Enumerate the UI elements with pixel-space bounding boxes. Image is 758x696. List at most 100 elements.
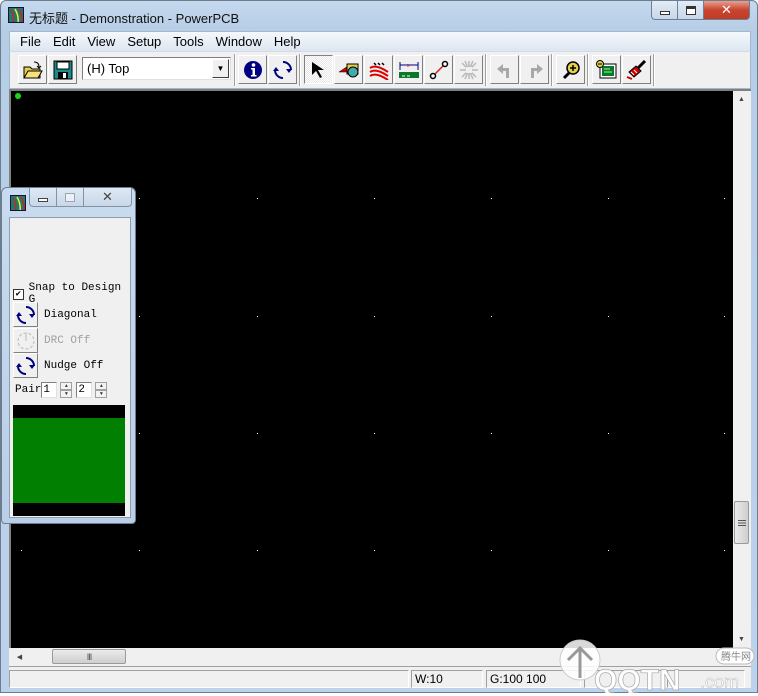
- zoom-button[interactable]: [556, 55, 585, 84]
- minimize-icon: [659, 10, 670, 15]
- redo-button[interactable]: [520, 55, 549, 84]
- grid-dot: [139, 316, 140, 317]
- maximize-icon: [65, 192, 75, 202]
- toolbar-separator: [485, 54, 487, 86]
- menu-window[interactable]: Window: [210, 34, 268, 49]
- menu-file[interactable]: File: [14, 34, 47, 49]
- bga-toolbar-button[interactable]: [454, 55, 483, 84]
- status-x-coordinate: [584, 670, 664, 688]
- grid-dot: [491, 198, 492, 199]
- grid-dot: [608, 198, 609, 199]
- dimensioning-toolbar-button[interactable]: x: [394, 55, 423, 84]
- open-file-button[interactable]: [18, 55, 47, 84]
- grid-dot: [257, 198, 258, 199]
- maximize-icon: [685, 5, 696, 15]
- grid-dot: [491, 433, 492, 434]
- vertical-scrollbar[interactable]: ▲ ▼: [733, 89, 751, 648]
- board-view-button[interactable]: [592, 55, 621, 84]
- close-button[interactable]: ✕: [704, 1, 750, 20]
- grid-dot: [21, 550, 22, 551]
- origin-marker: [15, 93, 21, 99]
- maximize-button[interactable]: [678, 1, 704, 20]
- paint-button[interactable]: [622, 55, 651, 84]
- status-width: W:10: [411, 670, 483, 688]
- diagonal-option[interactable]: Diagonal: [13, 302, 97, 327]
- minimize-icon: [38, 197, 48, 202]
- drc-toggle-button[interactable]: [13, 328, 38, 353]
- pair-first-spinner[interactable]: ▲ ▼: [60, 382, 73, 398]
- snap-checkbox[interactable]: ✔: [13, 288, 24, 300]
- window-title: 无标题 - Demonstration - PowerPCB: [29, 11, 240, 26]
- pair-first-field[interactable]: 1: [41, 382, 58, 398]
- dialog-minimize-button[interactable]: [29, 188, 57, 207]
- pair-second-field[interactable]: 2: [76, 382, 93, 398]
- toolbar-separator: [587, 54, 589, 86]
- svg-text:x: x: [407, 63, 410, 69]
- scroll-up-button[interactable]: ▲: [733, 91, 750, 108]
- design-toolbar-button[interactable]: [364, 55, 393, 84]
- eco-toolbar-button[interactable]: [424, 55, 453, 84]
- nudge-label: Nudge Off: [44, 359, 104, 372]
- menu-tools[interactable]: Tools: [167, 34, 209, 49]
- drafting-icon: [337, 63, 358, 77]
- horizontal-scroll-thumb[interactable]: III: [52, 649, 126, 664]
- redraw-button[interactable]: [268, 55, 297, 84]
- grid-dot: [608, 433, 609, 434]
- title-bar[interactable]: 无标题 - Demonstration - PowerPCB ✕: [1, 1, 757, 31]
- toolbar-separator: [299, 54, 301, 86]
- menu-help[interactable]: Help: [268, 34, 307, 49]
- grip-icon: [737, 519, 746, 526]
- grid-dot: [491, 550, 492, 551]
- grid-dot: [374, 316, 375, 317]
- pair-label: Pair: [15, 384, 42, 396]
- dialog-maximize-button[interactable]: [57, 188, 84, 207]
- powerpcb-app-icon[interactable]: [10, 195, 26, 211]
- toggle-arrows-icon: [15, 305, 35, 324]
- grid-dot: [608, 316, 609, 317]
- drafting-toolbar-button[interactable]: [334, 55, 363, 84]
- status-grid: G:100 100: [486, 670, 581, 688]
- grid-dot: [139, 550, 140, 551]
- menu-edit[interactable]: Edit: [47, 34, 81, 49]
- scroll-left-button[interactable]: ◀: [11, 648, 28, 665]
- close-icon: ✕: [721, 2, 732, 17]
- menu-view[interactable]: View: [81, 34, 121, 49]
- vertical-scroll-thumb[interactable]: [734, 501, 749, 544]
- status-y-coordinate: [667, 670, 745, 688]
- layer-select-dropdown-button[interactable]: ▼: [212, 59, 229, 78]
- save-button[interactable]: [48, 55, 77, 84]
- query-modify-button[interactable]: [238, 55, 267, 84]
- nudge-option[interactable]: Nudge Off: [13, 353, 103, 378]
- undo-button[interactable]: [490, 55, 519, 84]
- toggle-arrows-icon: [15, 356, 35, 375]
- toolbar-separator: [551, 54, 553, 86]
- horizontal-scrollbar[interactable]: ◀ III: [9, 648, 733, 666]
- arrow-pointer-icon: [311, 61, 324, 78]
- layer-pair-preview: [13, 405, 125, 516]
- spin-down-icon[interactable]: ▼: [60, 390, 73, 398]
- spin-up-icon[interactable]: ▲: [95, 382, 108, 390]
- toolbar-separator: [234, 54, 236, 86]
- menu-setup[interactable]: Setup: [121, 34, 167, 49]
- minimize-button[interactable]: [651, 1, 678, 20]
- powerpcb-app-icon[interactable]: [8, 7, 24, 23]
- close-icon: ✕: [102, 189, 113, 204]
- layer-select-value: (H) Top: [87, 61, 130, 76]
- nudge-toggle-button[interactable]: [13, 353, 38, 378]
- dialog-close-button[interactable]: ✕: [84, 188, 132, 207]
- zoom-icon: [562, 60, 580, 79]
- dialog-body: ✔ Snap to Design G Diagonal DRC Off Nudg…: [9, 217, 131, 518]
- spin-up-icon[interactable]: ▲: [60, 382, 73, 390]
- diagonal-label: Diagonal: [44, 308, 97, 321]
- select-mode-button[interactable]: [304, 55, 333, 84]
- diagonal-toggle-button[interactable]: [13, 302, 38, 327]
- layer-select[interactable]: (H) Top ▼: [82, 57, 231, 80]
- floppy-disk-icon: [53, 60, 72, 79]
- arrow-up-icon: ▲: [738, 96, 745, 103]
- drc-option[interactable]: DRC Off: [13, 328, 90, 353]
- pair-second-spinner[interactable]: ▲ ▼: [95, 382, 108, 398]
- grid-dot: [374, 198, 375, 199]
- spin-down-icon[interactable]: ▼: [95, 390, 108, 398]
- starburst-icon: [459, 60, 478, 79]
- scroll-down-button[interactable]: ▼: [733, 631, 750, 648]
